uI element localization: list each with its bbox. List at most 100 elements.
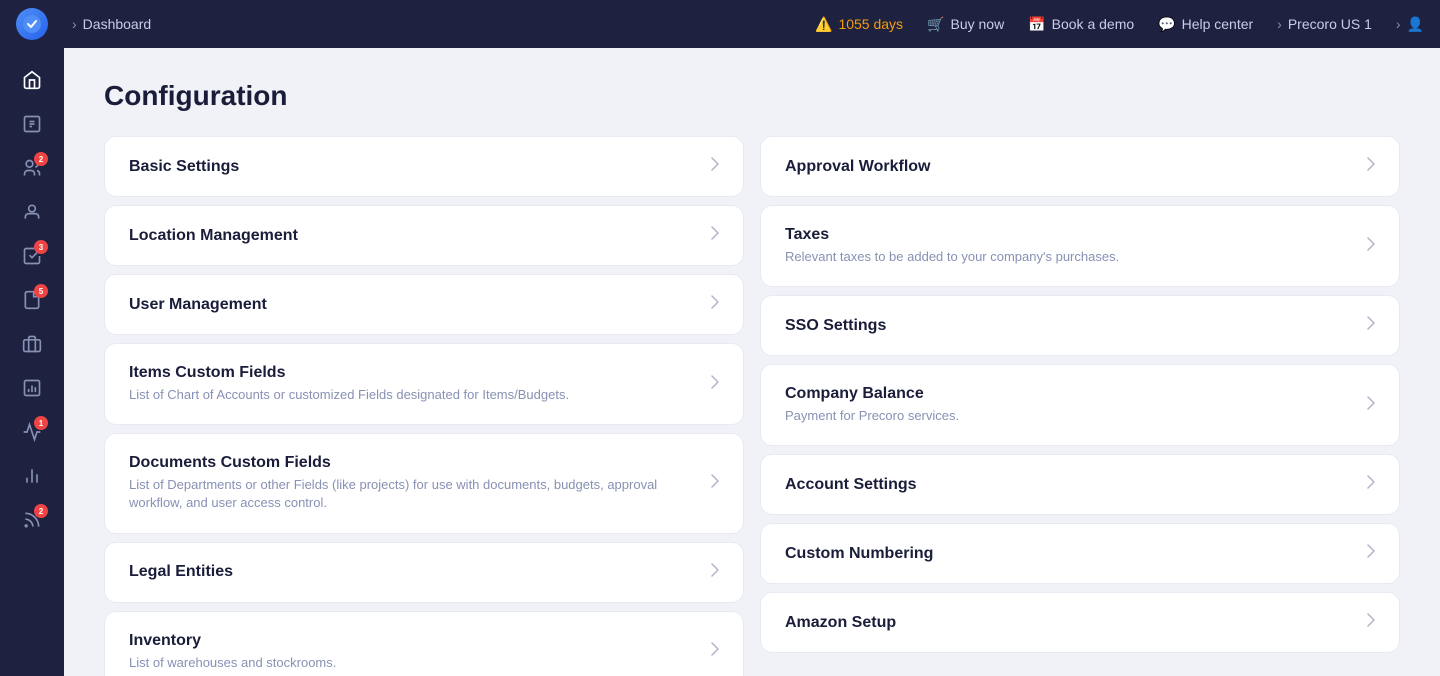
user-menu[interactable]: › 👤 [1396, 16, 1424, 33]
config-item-title-documents-custom-fields: Documents Custom Fields [129, 454, 699, 472]
help-center-label: Help center [1182, 16, 1254, 32]
config-item-items-custom-fields[interactable]: Items Custom Fields List of Chart of Acco… [104, 343, 744, 425]
sidebar-item-users[interactable]: 2 [12, 148, 52, 188]
config-item-chevron-amazon-setup [1367, 613, 1375, 632]
config-item-basic-settings[interactable]: Basic Settings [104, 136, 744, 197]
config-item-text-items-custom-fields: Items Custom Fields List of Chart of Acco… [129, 364, 699, 404]
config-item-taxes[interactable]: Taxes Relevant taxes to be added to your … [760, 205, 1400, 287]
sidebar-item-analytics[interactable]: 1 [12, 412, 52, 452]
config-item-title-basic-settings: Basic Settings [129, 158, 699, 176]
config-item-chevron-taxes [1367, 237, 1375, 256]
config-item-chevron-location-management [711, 226, 719, 245]
config-item-title-amazon-setup: Amazon Setup [785, 614, 1355, 632]
config-item-text-basic-settings: Basic Settings [129, 158, 699, 176]
analytics-badge: 1 [34, 416, 48, 430]
dashboard-chevron: › [72, 16, 77, 32]
config-item-text-inventory: Inventory List of warehouses and stockroo… [129, 632, 699, 672]
top-navigation: › Dashboard ⚠️ 1055 days 🛒 Buy now 📅 Boo… [0, 0, 1440, 48]
book-demo-label: Book a demo [1052, 16, 1135, 32]
config-item-chevron-user-management [711, 295, 719, 314]
config-grid: Basic Settings Location Management User Ma… [104, 136, 1400, 676]
warning-days: 1055 days [838, 16, 903, 32]
config-item-custom-numbering[interactable]: Custom Numbering [760, 523, 1400, 584]
calendar-icon: 📅 [1028, 16, 1045, 33]
config-item-text-location-management: Location Management [129, 227, 699, 245]
company-name: Precoro US 1 [1288, 16, 1372, 32]
feed-badge: 2 [34, 504, 48, 518]
users-badge: 2 [34, 152, 48, 166]
book-demo-button[interactable]: 📅 Book a demo [1028, 16, 1134, 33]
sidebar-item-reports[interactable] [12, 368, 52, 408]
config-item-text-approval-workflow: Approval Workflow [785, 158, 1355, 176]
config-item-sso-settings[interactable]: SSO Settings [760, 295, 1400, 356]
sidebar-item-feed[interactable]: 2 [12, 500, 52, 540]
config-item-chevron-documents-custom-fields [711, 474, 719, 493]
config-item-amazon-setup[interactable]: Amazon Setup [760, 592, 1400, 653]
config-item-text-taxes: Taxes Relevant taxes to be added to your … [785, 226, 1355, 266]
sidebar-item-profile[interactable] [12, 192, 52, 232]
buy-now-button[interactable]: 🛒 Buy now [927, 16, 1004, 33]
config-item-chevron-items-custom-fields [711, 375, 719, 394]
config-item-title-location-management: Location Management [129, 227, 699, 245]
config-item-text-account-settings: Account Settings [785, 476, 1355, 494]
page-title: Configuration [104, 80, 1400, 112]
tasks-badge: 3 [34, 240, 48, 254]
config-item-title-inventory: Inventory [129, 632, 699, 650]
config-item-title-taxes: Taxes [785, 226, 1355, 244]
sidebar-item-chart[interactable] [12, 456, 52, 496]
sidebar-item-warehouse[interactable] [12, 324, 52, 364]
config-item-chevron-account-settings [1367, 475, 1375, 494]
config-item-title-sso-settings: SSO Settings [785, 317, 1355, 335]
config-item-text-sso-settings: SSO Settings [785, 317, 1355, 335]
config-item-subtitle-documents-custom-fields: List of Departments or other Fields (lik… [129, 476, 699, 512]
help-center-button[interactable]: 💬 Help center [1158, 16, 1253, 33]
sidebar-item-home[interactable] [12, 60, 52, 100]
config-item-chevron-custom-numbering [1367, 544, 1375, 563]
config-item-company-balance[interactable]: Company Balance Payment for Precoro servi… [760, 364, 1400, 446]
main-content: Configuration Basic Settings Location Man… [64, 48, 1440, 676]
config-left-column: Basic Settings Location Management User Ma… [104, 136, 744, 676]
config-item-subtitle-company-balance: Payment for Precoro services. [785, 407, 1355, 425]
config-item-documents-custom-fields[interactable]: Documents Custom Fields List of Departmen… [104, 433, 744, 533]
user-avatar-icon: 👤 [1407, 16, 1424, 33]
cart-icon: 🛒 [927, 16, 944, 33]
trial-warning[interactable]: ⚠️ 1055 days [815, 16, 903, 33]
config-item-legal-entities[interactable]: Legal Entities [104, 542, 744, 603]
company-selector[interactable]: › Precoro US 1 [1277, 16, 1372, 32]
warning-icon: ⚠️ [815, 16, 832, 33]
config-item-inventory[interactable]: Inventory List of warehouses and stockroo… [104, 611, 744, 676]
dashboard-label: Dashboard [83, 16, 152, 32]
help-icon: 💬 [1158, 16, 1175, 33]
config-item-text-company-balance: Company Balance Payment for Precoro servi… [785, 385, 1355, 425]
config-item-location-management[interactable]: Location Management [104, 205, 744, 266]
config-item-title-account-settings: Account Settings [785, 476, 1355, 494]
config-item-title-items-custom-fields: Items Custom Fields [129, 364, 699, 382]
sidebar: 2 3 5 1 2 [0, 48, 64, 676]
config-item-title-approval-workflow: Approval Workflow [785, 158, 1355, 176]
sidebar-item-documents[interactable]: 5 [12, 280, 52, 320]
config-item-title-custom-numbering: Custom Numbering [785, 545, 1355, 563]
config-item-text-legal-entities: Legal Entities [129, 563, 699, 581]
sidebar-item-orders[interactable] [12, 104, 52, 144]
config-item-subtitle-taxes: Relevant taxes to be added to your compa… [785, 248, 1355, 266]
config-item-chevron-legal-entities [711, 563, 719, 582]
config-item-subtitle-inventory: List of warehouses and stockrooms. [129, 654, 699, 672]
config-item-text-amazon-setup: Amazon Setup [785, 614, 1355, 632]
config-item-subtitle-items-custom-fields: List of Chart of Accounts or customized … [129, 386, 699, 404]
chevron-down-icon: › [1277, 16, 1282, 32]
config-item-chevron-approval-workflow [1367, 157, 1375, 176]
config-item-account-settings[interactable]: Account Settings [760, 454, 1400, 515]
app-logo [16, 8, 48, 40]
config-right-column: Approval Workflow Taxes Relevant taxes to … [760, 136, 1400, 653]
config-item-title-company-balance: Company Balance [785, 385, 1355, 403]
config-item-chevron-inventory [711, 642, 719, 661]
sidebar-item-tasks[interactable]: 3 [12, 236, 52, 276]
config-item-text-user-management: User Management [129, 296, 699, 314]
config-item-chevron-sso-settings [1367, 316, 1375, 335]
buy-now-label: Buy now [951, 16, 1005, 32]
dashboard-nav[interactable]: › Dashboard [72, 16, 151, 32]
config-item-approval-workflow[interactable]: Approval Workflow [760, 136, 1400, 197]
chevron-down-icon: › [1396, 16, 1401, 32]
config-item-text-documents-custom-fields: Documents Custom Fields List of Departmen… [129, 454, 699, 512]
config-item-user-management[interactable]: User Management [104, 274, 744, 335]
